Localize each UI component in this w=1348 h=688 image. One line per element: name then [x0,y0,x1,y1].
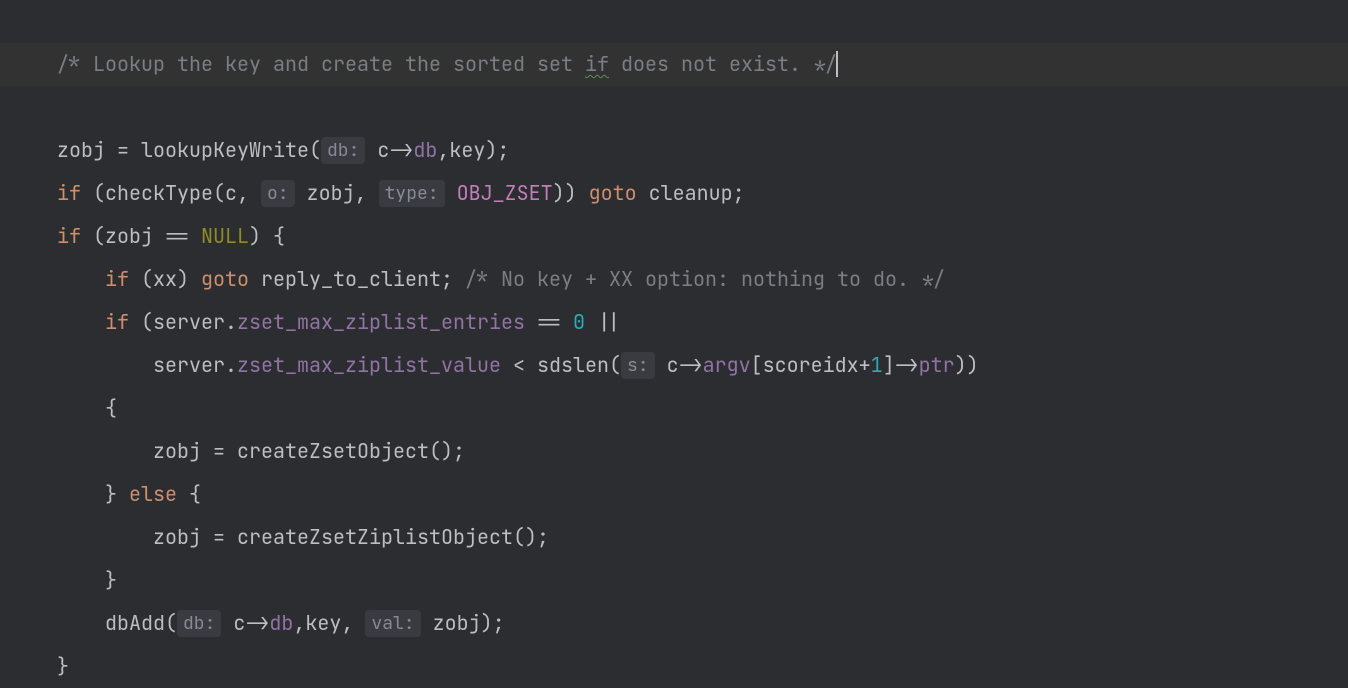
code-line[interactable]: server.zset_max_ziplist_value < sdslen(s… [57,352,979,378]
inlay-hint: val: [365,610,420,637]
code-line-highlighted[interactable]: /* Lookup the key and create the sorted … [0,43,1348,86]
code-line[interactable]: dbAdd(db: c->db,key, val: zobj); [57,610,505,636]
code-line[interactable]: if (server.zset_max_ziplist_entries == 0… [57,309,621,335]
comment: /* Lookup the key and create the sorted … [57,51,837,77]
text-cursor [836,51,838,77]
code-line[interactable]: } [57,653,69,679]
code-line[interactable]: if (xx) goto reply_to_client; /* No key … [57,266,945,292]
code-line[interactable]: if (checkType(c, o: zobj, type: OBJ_ZSET… [57,180,745,206]
code-line[interactable]: { [57,395,117,421]
code-line[interactable]: zobj = createZsetObject(); [57,438,465,464]
code-line[interactable]: } [57,567,117,593]
inlay-hint: type: [379,180,445,207]
inlay-hint: db: [177,610,221,637]
inlay-hint: o: [261,180,295,207]
inlay-hint: s: [621,352,655,379]
inlay-hint: db: [321,137,365,164]
code-line[interactable]: } else { [57,481,201,507]
code-editor[interactable]: /* Lookup the key and create the sorted … [0,0,1348,688]
code-line[interactable]: zobj = createZsetZiplistObject(); [57,524,549,550]
code-line[interactable]: zobj = lookupKeyWrite(db: c->db,key); [57,137,509,163]
comment: /* No key + XX option: nothing to do. */ [465,266,945,292]
spellcheck-warning: if [585,51,609,77]
code-line[interactable]: if (zobj == NULL) { [57,223,285,249]
